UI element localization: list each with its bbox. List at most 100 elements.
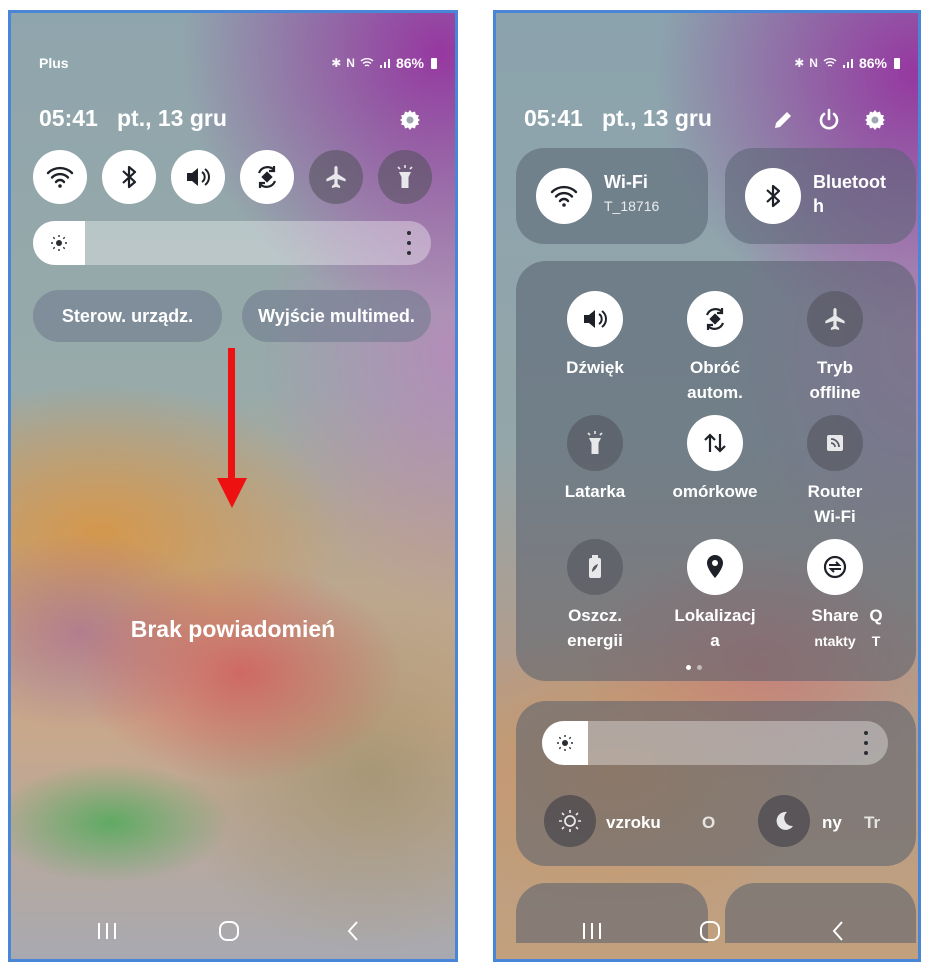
more-options-icon[interactable] [862, 731, 870, 755]
power-icon[interactable] [814, 105, 844, 135]
battery-percent: 86% [858, 55, 887, 71]
auto-rotate-icon [257, 166, 277, 188]
airplane-toggle[interactable] [309, 150, 363, 204]
wifi-toggle[interactable] [33, 150, 87, 204]
device-control-button[interactable]: Sterow. urządz. [33, 290, 222, 342]
bluetooth-toggle[interactable] [102, 150, 156, 204]
tile-label: Latarka [564, 482, 626, 501]
tile-partial[interactable]: QT [856, 595, 896, 654]
battery-percent: 86% [395, 55, 424, 71]
hotspot-icon [807, 415, 863, 471]
flashlight-toggle[interactable] [378, 150, 432, 204]
media-output-label: Wyjście multimed. [258, 305, 415, 326]
pencil-icon[interactable] [768, 105, 798, 135]
wifi-tile[interactable]: Wi-Fi T_18716 [516, 148, 708, 244]
recents-icon[interactable] [572, 917, 612, 945]
status-icons: ✱ N 86% [331, 55, 437, 71]
back-icon[interactable] [818, 917, 858, 945]
bluetooth-icon [122, 165, 137, 189]
bluetooth-icon: ✱ [794, 56, 805, 70]
clock: 05:41 [39, 105, 98, 131]
swipe-down-arrow-head [217, 478, 247, 508]
sun-icon [51, 235, 67, 251]
sound-icon [187, 168, 210, 186]
nfc-icon: N [809, 56, 818, 70]
phone-screenshot-left: Plus ✱ N 86% 05:41 pt., 13 gru Sterow. u… [8, 10, 458, 962]
tile-mobile-hotspot[interactable]: Router Wi-Fi [780, 415, 890, 529]
date: pt., 13 gru [602, 105, 712, 131]
tile-label: Router Wi-Fi [807, 482, 863, 526]
tile-sound[interactable]: Dźwięk [540, 291, 650, 380]
mode-label-partial: O [702, 813, 716, 832]
quick-settings-grid: Dźwięk Obróćautom. Tryboffline Latarka [516, 261, 916, 681]
bluetooth-tile-title-wrap: h [813, 196, 824, 216]
power-saving-icon [567, 539, 623, 595]
back-icon[interactable] [333, 917, 373, 945]
wifi-icon [536, 168, 592, 224]
tile-label: QT [869, 606, 883, 649]
nfc-icon: N [346, 56, 355, 70]
sound-icon [567, 291, 623, 347]
quick-share-icon [807, 539, 863, 595]
brightness-and-modes-panel: vzroku O ny Tr [516, 701, 916, 866]
no-notifications-message: Brak powiadomień [130, 616, 336, 642]
bluetooth-icon [745, 168, 801, 224]
tile-auto-rotate[interactable]: Obróć autom. [660, 291, 770, 405]
bluetooth-tile-title: Bluetoot [813, 172, 886, 192]
tile-airplane-mode[interactable]: Tryb offline [780, 291, 890, 405]
bluetooth-tile[interactable]: Bluetoot h [725, 148, 916, 244]
panel-header: 05:41 pt., 13 gru [39, 105, 435, 137]
dark-mode-icon[interactable] [758, 795, 810, 847]
signal-icon [379, 59, 390, 68]
airplane-icon [807, 291, 863, 347]
auto-rotate-toggle[interactable] [240, 150, 294, 204]
page-indicator [686, 665, 702, 670]
device-control-label: Sterow. urządz. [61, 305, 194, 326]
status-icons: ✱ N 86% [794, 55, 900, 71]
brightness-fill [33, 221, 85, 265]
wifi-icon [360, 58, 374, 67]
brightness-slider[interactable] [542, 721, 888, 765]
sun-icon [557, 735, 573, 751]
status-bar: ✱ N 86% [496, 53, 918, 75]
sound-toggle[interactable] [171, 150, 225, 204]
tile-label: Dźwięk [566, 358, 624, 377]
quick-settings-row [33, 150, 433, 204]
phone-screenshot-right: ✱ N 86% 05:41 pt., 13 gru Wi-Fi T_18716 [493, 10, 921, 962]
mode-label-partial-2: Tr [864, 813, 881, 832]
panel-header: 05:41 pt., 13 gru [524, 105, 898, 137]
home-icon[interactable] [209, 917, 249, 945]
eye-comfort-icon[interactable] [544, 795, 596, 847]
gear-icon[interactable] [395, 105, 425, 135]
battery-icon [894, 57, 900, 69]
gear-icon[interactable] [860, 105, 890, 135]
wifi-icon [46, 166, 74, 188]
wifi-tile-title: Wi-Fi [604, 172, 648, 192]
tile-label: Tryb offline [809, 358, 861, 402]
clock: 05:41 [524, 105, 583, 131]
airplane-icon [326, 166, 346, 188]
navigation-bar [496, 917, 918, 945]
tile-label: omórkowe [672, 482, 758, 501]
home-icon[interactable] [690, 917, 730, 945]
tile-flashlight[interactable]: Latarka [540, 415, 650, 504]
signal-icon [842, 59, 853, 68]
flashlight-icon [567, 415, 623, 471]
flashlight-icon [397, 165, 413, 188]
status-bar: Plus ✱ N 86% [11, 53, 455, 75]
eye-comfort-label: vzroku [606, 813, 661, 832]
tile-location[interactable]: Lokalizacj a [660, 539, 770, 653]
navigation-bar [11, 917, 455, 945]
carrier-label: Plus [39, 55, 69, 71]
tile-mobile-data[interactable]: omórkowe [660, 415, 770, 504]
brightness-slider[interactable] [33, 221, 431, 265]
recents-icon[interactable] [87, 917, 127, 945]
wifi-icon [823, 58, 837, 67]
battery-icon [431, 57, 437, 69]
media-output-button[interactable]: Wyjście multimed. [242, 290, 431, 342]
tile-power-saving[interactable]: Oszcz. energii [540, 539, 650, 653]
tile-label: Obróć autom. [687, 358, 743, 402]
tile-label: Lokalizacj a [674, 606, 756, 650]
more-options-icon[interactable] [405, 231, 413, 255]
mobile-data-icon [687, 415, 743, 471]
